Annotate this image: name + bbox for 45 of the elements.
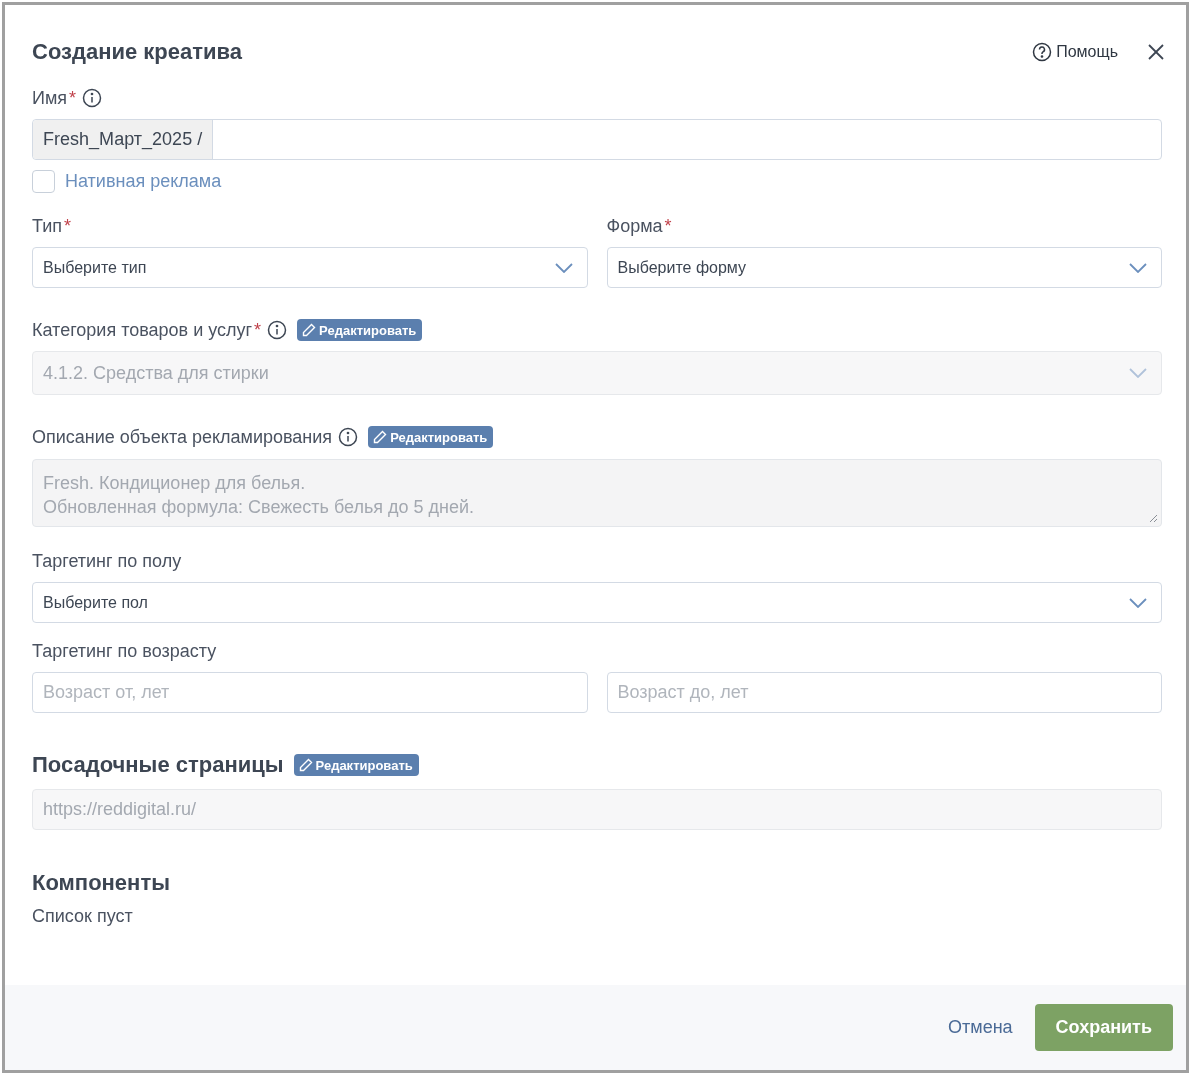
pencil-icon <box>373 430 388 444</box>
help-icon <box>1032 42 1053 62</box>
checkbox-label[interactable]: Нативная реклама <box>65 171 222 192</box>
close-icon <box>1146 42 1166 62</box>
required-mark: * <box>69 87 77 109</box>
select-placeholder: Выберите форму <box>617 258 748 277</box>
select-field[interactable]: Выберите пол <box>32 582 1162 623</box>
required-mark: * <box>64 215 72 237</box>
field-label: Тип <box>32 215 62 237</box>
required-mark: * <box>664 215 672 237</box>
age-to-input[interactable]: Возраст до, лет <box>606 672 1162 713</box>
category-value: 4.1.2. Средства для стирки <box>42 362 270 384</box>
field-label: Описание объекта рекламирования <box>32 426 333 448</box>
checkbox[interactable] <box>32 170 55 193</box>
save-button[interactable]: Сохранить <box>1034 1004 1173 1051</box>
field-label: Таргетинг по полу <box>32 550 182 572</box>
select-field[interactable]: Выберите форму <box>606 247 1162 288</box>
section-title: Компоненты <box>32 870 171 896</box>
help-link[interactable]: Помощь <box>1032 42 1118 62</box>
dialog-title: Создание креатива <box>32 39 244 65</box>
pencil-icon <box>302 323 317 337</box>
select-placeholder: Выберите пол <box>43 593 149 612</box>
field-label: Категория товаров и услуг <box>32 319 253 341</box>
empty-list-text: Список пуст <box>32 906 134 927</box>
field-label: Имя <box>32 87 68 109</box>
chevron-down-icon <box>1129 262 1147 273</box>
description-line: Обновленная формула: Свежесть белья до 5 дней. <box>43 496 476 519</box>
pencil-icon <box>298 758 313 772</box>
name-input-field[interactable]: Fresh_Март_2025 / <box>32 119 1162 160</box>
landing-url: https://reddigital.ru/ <box>42 799 198 820</box>
select-field[interactable]: Выберите тип <box>32 247 588 288</box>
chevron-down-icon <box>554 262 573 273</box>
resize-handle-icon <box>1149 514 1158 523</box>
cancel-button[interactable]: Отмена <box>944 1013 1017 1042</box>
field-label: Таргетинг по возрасту <box>32 640 217 662</box>
required-mark: * <box>254 319 262 341</box>
description-line: Fresh. Кондиционер для белья. <box>43 472 307 495</box>
field-label: Форма <box>606 215 663 237</box>
chevron-down-icon <box>1129 597 1147 608</box>
name-prefix: Fresh_Март_2025 / <box>33 120 214 159</box>
age-from-input[interactable]: Возраст от, лет <box>32 672 588 713</box>
chevron-down-icon <box>1129 368 1147 378</box>
close-button[interactable] <box>1146 42 1166 62</box>
select-placeholder: Выберите тип <box>43 258 148 277</box>
section-title: Посадочные страницы <box>32 752 284 778</box>
